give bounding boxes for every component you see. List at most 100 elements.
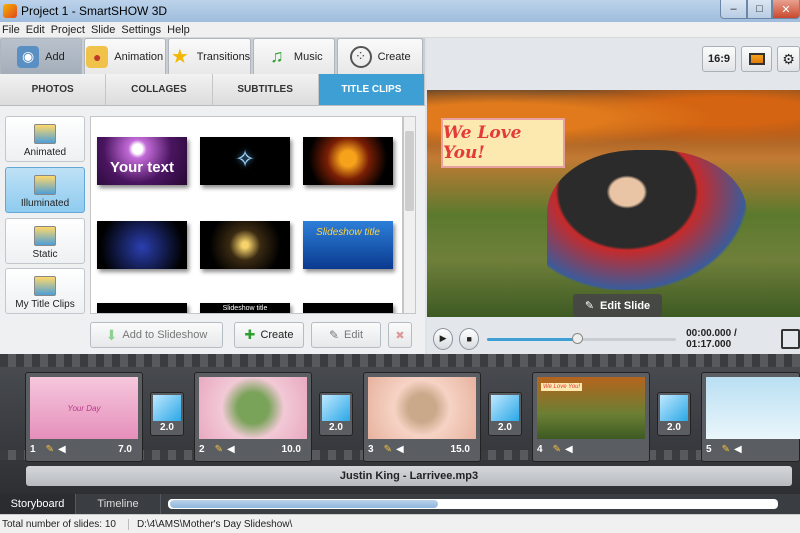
tab-transitions[interactable]: ★ Transitions [167,38,252,74]
pencil-icon: ✎ [328,328,340,342]
camera-icon: ◉ [17,45,40,68]
slide-preview[interactable]: We Love You! ✎ Edit Slide [427,90,800,317]
sub-tabs: PHOTOS COLLAGES SUBTITLES TITLE CLIPS [0,74,425,106]
menu-help[interactable]: Help [165,24,194,36]
slide-count: Total number of slides: 10 [0,518,129,530]
transition-preview [322,395,350,421]
transition-thumbnail[interactable]: 2.0 [488,392,522,436]
create-label: Create [260,329,294,341]
tab-storyboard[interactable]: Storyboard [0,494,76,514]
clip-thumbnail[interactable] [303,303,393,313]
slide-duration: 10.0 [281,443,301,455]
clip-thumbnail[interactable]: Your text [97,137,187,185]
maximize-button[interactable]: □ [747,0,772,19]
fullscreen-button[interactable] [781,328,800,349]
menu-slide[interactable]: Slide [89,24,119,36]
scrollbar-thumb[interactable] [405,131,414,211]
close-button[interactable]: ✕ [772,0,800,19]
animated-icon [34,124,56,144]
gear-icon: ⚙ [782,50,795,67]
family-figure [547,150,747,290]
category-static[interactable]: Static [5,218,85,264]
tab-photos[interactable]: PHOTOS [0,74,107,105]
slide-thumbnail[interactable]: We Love You! 4 ✎ ◀ [532,372,650,462]
category-animated[interactable]: Animated [5,116,85,162]
pencil-icon: ✎ [552,443,561,455]
tab-animation[interactable]: ● Animation [83,38,166,74]
preview-banner: We Love You! [441,118,565,168]
pencil-icon: ✎ [45,443,54,455]
scrollbar-thumb[interactable] [170,500,438,508]
slide-thumbnail[interactable]: Your Day 1 ✎ ◀ 7.0 [25,372,143,462]
play-button[interactable]: ▶ [433,327,454,350]
tab-timeline[interactable]: Timeline [76,494,161,514]
clip-thumbnail[interactable]: ✧ [200,137,290,185]
clip-thumbnail[interactable] [303,137,393,185]
clip-thumbnail[interactable]: Slideshow title [303,221,393,269]
aspect-ratio-button[interactable]: 16:9 [702,46,736,72]
seek-bar[interactable] [487,332,677,345]
delete-button[interactable]: ✖ [388,322,412,348]
stop-button[interactable]: ■ [459,327,480,350]
edit-slide-button[interactable]: ✎ Edit Slide [573,294,662,317]
transition-preview [153,395,181,421]
tab-transitions-label: Transitions [196,50,251,63]
main-tabs: ◉ Add ● Animation ★ Transitions ♫ Music … [0,38,425,74]
slide-thumbnail[interactable]: 3 ✎ ◀ 15.0 [363,372,481,462]
clip-text: Slideshow title [222,305,268,312]
pencil-icon: ✎ [584,300,595,312]
transition-preview [491,395,519,421]
transition-duration: 2.0 [329,422,343,433]
tab-subtitles[interactable]: SUBTITLES [213,74,319,105]
category-illuminated[interactable]: Illuminated [5,167,85,213]
minimize-button[interactable]: – [720,0,747,19]
tab-create[interactable]: ⁘ Create [337,38,423,74]
tab-add[interactable]: ◉ Add [0,38,82,74]
slide-duration: 15.0 [450,443,470,455]
slide-number: 1 [30,443,36,455]
clip-text: Your text [110,159,174,176]
plus-icon: ✚ [244,327,256,342]
tab-music[interactable]: ♫ Music [253,38,336,74]
clip-thumbnail[interactable] [200,221,290,269]
clip-thumbnail[interactable] [97,303,187,313]
music-note-icon: ♫ [270,46,284,66]
menu-edit[interactable]: Edit [24,24,49,36]
seek-handle[interactable] [571,332,583,344]
transition-duration: 2.0 [498,422,512,433]
add-to-slideshow-label: Add to Slideshow [122,329,208,341]
tab-create-label: Create [377,50,411,63]
clip-thumbnail[interactable] [97,221,187,269]
pencil-icon: ✎ [214,443,223,455]
slide-thumbnail[interactable]: 2 ✎ ◀ 10.0 [194,372,312,462]
edit-button[interactable]: ✎ Edit [311,322,381,348]
menu-settings[interactable]: Settings [119,24,165,36]
transition-thumbnail[interactable]: 2.0 [319,392,353,436]
tab-collages[interactable]: COLLAGES [106,74,213,105]
my-clips-icon [34,276,56,296]
tab-add-label: Add [45,50,65,63]
add-to-slideshow-button[interactable]: ⬇ Add to Slideshow [90,322,223,348]
play-icon: ▶ [439,333,447,343]
category-label: Static [32,249,58,260]
title-clip-grid: Your text ✧ Slideshow title Slideshow ti… [90,116,403,314]
clip-grid-scrollbar[interactable] [403,116,416,314]
transition-thumbnail[interactable]: 2.0 [150,392,184,436]
menu-project[interactable]: Project [49,24,89,36]
audio-track[interactable]: Justin King - Larrivee.mp3 [26,466,792,486]
tab-music-label: Music [293,50,323,63]
category-my-title-clips[interactable]: My Title Clips [5,268,85,314]
clip-thumbnail[interactable]: Slideshow title [200,303,290,313]
menu-file[interactable]: File [0,24,24,36]
storyboard-scrollbar[interactable] [168,499,778,509]
speaker-icon: ◀ [226,443,235,455]
tab-animation-label: Animation [114,50,164,63]
speaker-icon: ◀ [733,443,742,455]
create-button[interactable]: ✚ Create [234,322,304,348]
transition-thumbnail[interactable]: 2.0 [657,392,691,436]
slide-thumbnail[interactable]: 5 ✎ ◀ [701,372,800,462]
settings-button[interactable]: ⚙ [777,46,800,72]
tab-title-clips[interactable]: TITLE CLIPS [318,74,425,105]
display-mode-button[interactable] [741,46,772,72]
speaker-icon: ◀ [564,443,573,455]
